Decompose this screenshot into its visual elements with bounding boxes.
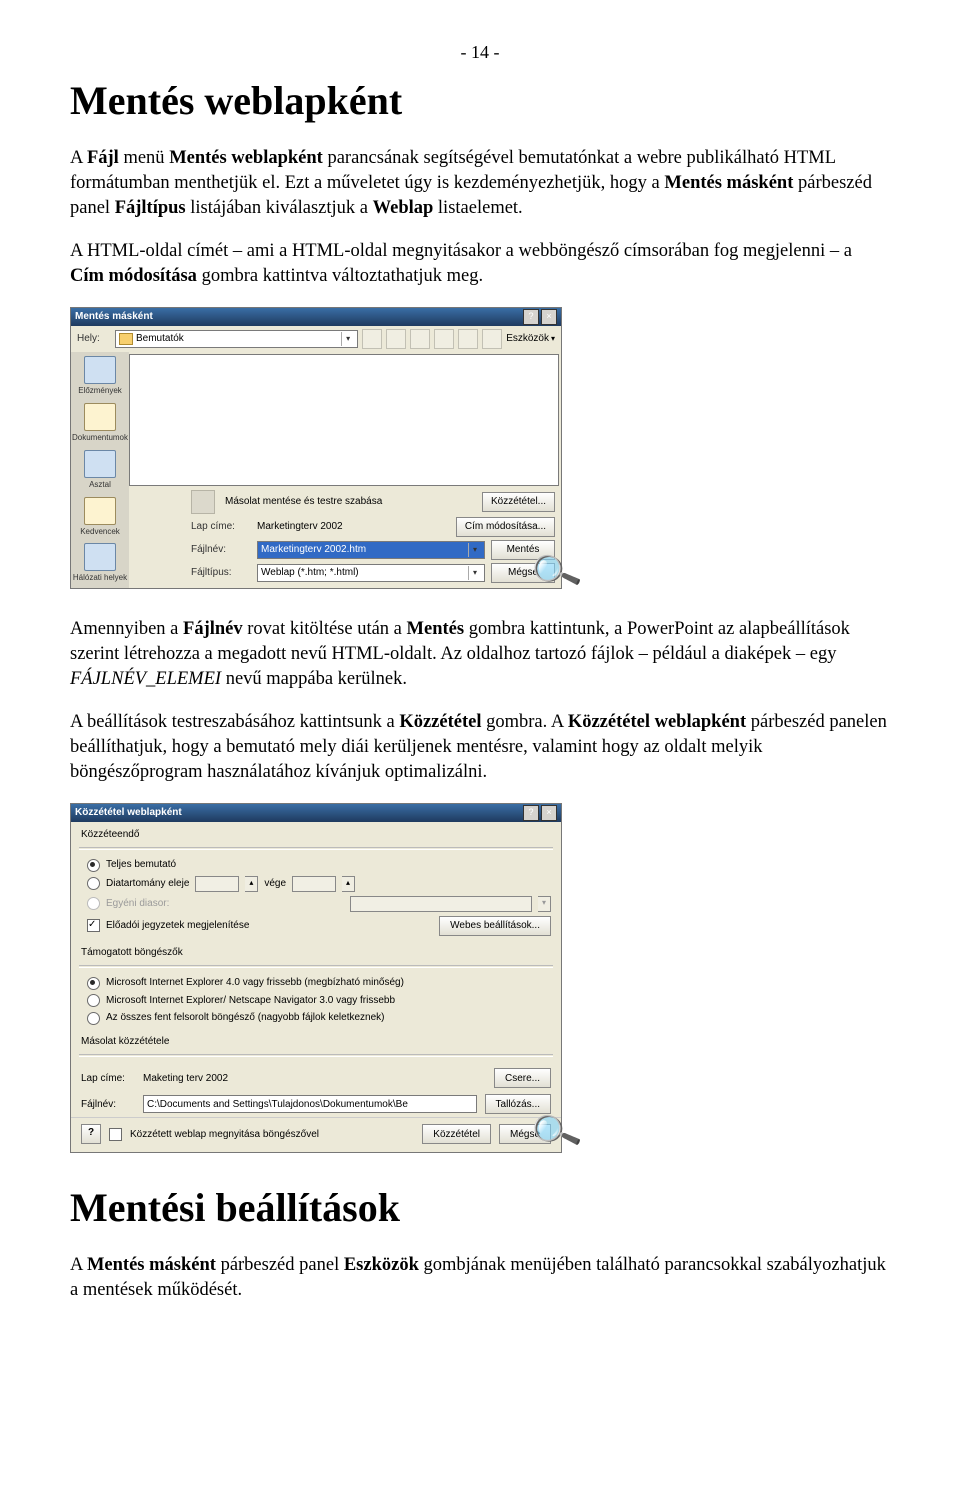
range-end-input[interactable] [292, 876, 336, 892]
chevron-down-icon[interactable]: ▾ [468, 566, 481, 580]
dialog-title: Mentés másként [75, 310, 153, 324]
radio-range-label: Diatartomány eleje [106, 877, 189, 891]
tools-dropdown[interactable]: Eszközök▾ [506, 332, 555, 346]
page-number: - 14 - [70, 40, 890, 64]
radio-ie4[interactable] [87, 977, 100, 990]
paragraph-4: A beállítások testreszabásához kattintsu… [70, 710, 890, 785]
dialog-title: Közzététel weblapként [75, 806, 182, 820]
filename-label: Fájlnév: [81, 1098, 135, 1112]
radio-all-label: Az összes fent felsorolt böngésző (nagyo… [106, 1011, 385, 1025]
checkbox-open-browser[interactable] [109, 1128, 122, 1141]
paragraph-1: A Fájl menü Mentés weblapként parancsána… [70, 146, 890, 221]
filename-label: Fájlnév: [191, 543, 251, 557]
publish-button[interactable]: Közzététel [422, 1124, 491, 1144]
page-title-value: Maketing terv 2002 [143, 1072, 486, 1086]
customize-icon [191, 490, 215, 514]
folder-name: Bemutatók [136, 332, 184, 346]
page-title-value: Marketingterv 2002 [257, 520, 450, 534]
radio-ie4-label: Microsoft Internet Explorer 4.0 vagy fri… [106, 976, 404, 990]
sidebar-history[interactable]: Előzmények [71, 356, 129, 397]
heading-mentesi-beallitasok: Mentési beállítások [70, 1181, 890, 1235]
chevron-down-icon: ▾ [538, 896, 551, 912]
group-kozzeteendo: Közzéteendő [81, 828, 551, 845]
network-icon [84, 543, 116, 571]
page-title-label: Lap címe: [191, 520, 251, 534]
checkbox-notes-label: Előadói jegyzetek megjelenítése [106, 919, 249, 933]
help-icon[interactable]: ? [523, 805, 539, 821]
custom-show-combo [350, 896, 532, 912]
radio-full-label: Teljes bemutató [106, 858, 176, 872]
spinner-icon[interactable]: ▴ [245, 876, 258, 892]
range-end-label: vége [264, 877, 286, 891]
publish-dialog: Közzététel weblapként ? × Közzéteendő Te… [70, 803, 562, 1154]
radio-ie-nn3[interactable] [87, 994, 100, 1007]
dialog-titlebar: Mentés másként ? × [71, 308, 561, 326]
radio-range[interactable] [87, 877, 100, 890]
close-icon[interactable]: × [541, 309, 557, 325]
change-button[interactable]: Csere... [494, 1068, 551, 1088]
filetype-combo[interactable]: Weblap (*.htm; *.html)▾ [257, 564, 485, 582]
documents-icon [84, 403, 116, 431]
group-browsers: Támogatott böngészők [81, 946, 551, 963]
up-icon[interactable] [386, 329, 406, 349]
close-icon[interactable]: × [541, 805, 557, 821]
heading-mentes-weblapkent: Mentés weblapként [70, 74, 890, 128]
chevron-down-icon[interactable]: ▾ [341, 332, 354, 346]
help-icon[interactable]: ? [523, 309, 539, 325]
filename-input[interactable]: C:\Documents and Settings\Tulajdonos\Dok… [143, 1095, 477, 1113]
spinner-icon[interactable]: ▴ [342, 876, 355, 892]
help-button[interactable]: ? [81, 1124, 101, 1144]
desktop-icon [84, 450, 116, 478]
customize-label: Másolat mentése és testre szabása [225, 495, 476, 509]
new-folder-icon[interactable] [458, 329, 478, 349]
views-icon[interactable] [482, 329, 502, 349]
publish-button[interactable]: Közzététel... [482, 492, 555, 512]
checkbox-open-browser-label: Közzétett weblap megnyitása böngészővel [130, 1128, 414, 1142]
page-title-label: Lap címe: [81, 1072, 135, 1086]
sidebar-desktop[interactable]: Asztal [71, 450, 129, 491]
change-title-button[interactable]: Cím módosítása... [456, 517, 555, 537]
paragraph-3: Amennyiben a Fájlnév rovat kitöltése utá… [70, 617, 890, 692]
chevron-down-icon[interactable]: ▾ [468, 543, 481, 557]
checkbox-notes[interactable] [87, 919, 100, 932]
favorites-icon [84, 497, 116, 525]
radio-all[interactable] [87, 1012, 100, 1025]
save-as-dialog: Mentés másként ? × Hely: Bemutatók ▾ Esz… [70, 307, 562, 589]
sidebar-favorites[interactable]: Kedvencek [71, 497, 129, 538]
back-icon[interactable] [362, 329, 382, 349]
sidebar-network[interactable]: Hálózati helyek [71, 543, 129, 584]
location-label: Hely: [77, 332, 111, 346]
radio-full[interactable] [87, 859, 100, 872]
filetype-label: Fájltípus: [191, 566, 251, 580]
sidebar-documents[interactable]: Dokumentumok [71, 403, 129, 444]
location-combo[interactable]: Bemutatók ▾ [115, 330, 358, 348]
radio-ie-nn3-label: Microsoft Internet Explorer/ Netscape Na… [106, 994, 395, 1008]
search-icon[interactable] [410, 329, 430, 349]
dialog-titlebar: Közzététel weblapként ? × [71, 804, 561, 822]
folder-icon [119, 333, 133, 345]
range-start-input[interactable] [195, 876, 239, 892]
filename-input[interactable]: Marketingterv 2002.htm▾ [257, 541, 485, 559]
delete-icon[interactable] [434, 329, 454, 349]
history-icon [84, 356, 116, 384]
web-settings-button[interactable]: Webes beállítások... [439, 916, 551, 936]
radio-custom-label: Egyéni diasor: [106, 897, 169, 911]
radio-custom [87, 897, 100, 910]
paragraph-2: A HTML-oldal címét – ami a HTML-oldal me… [70, 239, 890, 289]
group-copy: Másolat közzététele [81, 1035, 551, 1052]
places-bar: Előzmények Dokumentumok Asztal Kedvencek… [71, 352, 129, 588]
file-list-area[interactable] [129, 354, 559, 486]
paragraph-5: A Mentés másként párbeszéd panel Eszközö… [70, 1253, 890, 1303]
